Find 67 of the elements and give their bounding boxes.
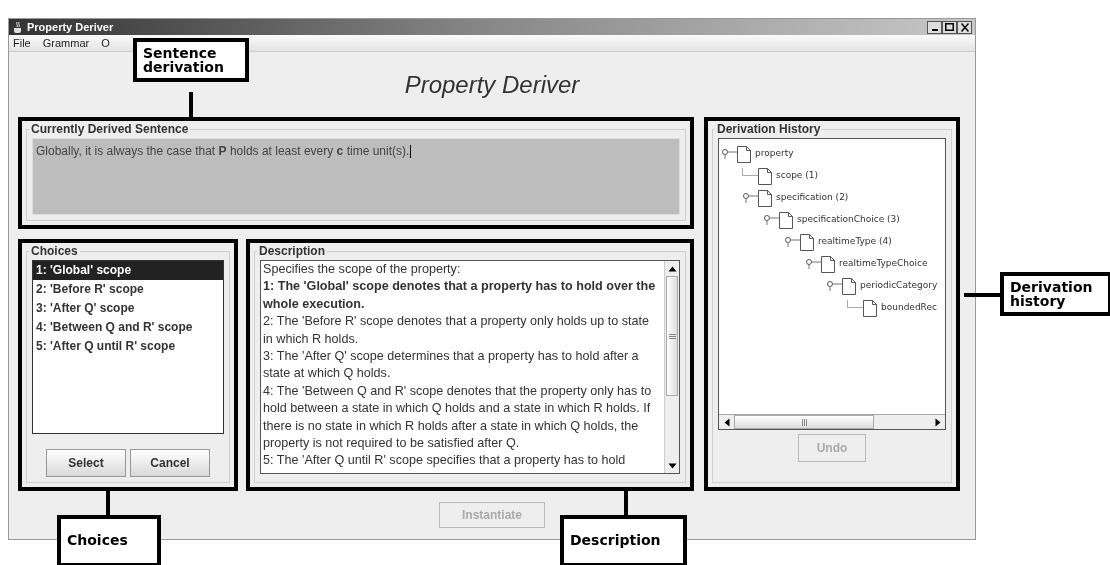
text-cursor <box>410 145 412 159</box>
menu-item[interactable]: File <box>13 34 31 52</box>
description-paragraph: 1: The 'Global' scope denotes that a property has to hold over the whole execution. <box>263 278 657 313</box>
expand-handle-icon[interactable] <box>742 193 758 203</box>
menu-item[interactable]: Grammar <box>42 34 90 52</box>
horizontal-scrollbar[interactable] <box>719 414 945 429</box>
file-icon <box>821 255 835 273</box>
callout-label: Sentence derivation <box>133 38 249 82</box>
file-icon <box>737 145 751 163</box>
description-paragraph: 5: The 'After Q until R' scope specifies that a property has to hold <box>263 452 627 470</box>
file-icon <box>758 189 772 207</box>
java-cup-icon <box>12 21 24 33</box>
tree-node-label[interactable]: realtimeType (4) <box>818 235 892 249</box>
window-title: Property Deriver <box>27 19 114 35</box>
description-paragraph: 4: The 'Between Q and R' scope denotes that the property only has to hold between a state in which Q holds and a state in which R holds. If there is no state in which R holds after a state in which Q holds, the property is not required to be satisfied after Q. <box>263 382 653 453</box>
scroll-down-icon[interactable] <box>667 462 677 469</box>
tree-node-label[interactable]: specification (2) <box>776 191 849 205</box>
panel-title: Description <box>257 244 327 259</box>
tree-node-label[interactable]: boundedRec <box>881 301 937 315</box>
callout-label: Derivation history <box>1000 272 1110 316</box>
maximize-button[interactable] <box>942 20 957 34</box>
list-item[interactable]: 2: 'Before R' scope <box>33 280 223 299</box>
panel-title: Currently Derived Sentence <box>29 122 191 137</box>
tree-node-label[interactable]: property <box>755 147 794 161</box>
list-item[interactable]: 3: 'After Q' scope <box>33 299 223 318</box>
scroll-left-icon[interactable] <box>723 418 730 427</box>
close-button[interactable] <box>957 20 972 34</box>
file-icon <box>863 299 877 317</box>
file-icon <box>758 167 772 185</box>
sentence-text: Globally, it is always the case that P holds at least every c time unit(s). <box>36 144 410 158</box>
file-icon <box>800 233 814 251</box>
list-item[interactable]: 1: 'Global' scope <box>33 261 223 280</box>
app-heading: Property Deriver <box>404 69 580 100</box>
grip-icon <box>668 333 676 339</box>
description-paragraph: 3: The 'After Q' scope determines that a property has to hold after a state at which Q holds. <box>263 348 640 383</box>
maximize-icon <box>945 23 954 31</box>
close-icon <box>960 22 969 32</box>
callout-label: Description <box>560 515 687 565</box>
panel-title: Derivation History <box>715 122 823 137</box>
tree-node-label[interactable]: scope (1) <box>776 169 818 183</box>
file-icon <box>842 277 856 295</box>
list-item[interactable]: 5: 'After Q until R' scope <box>33 337 223 356</box>
vertical-scrollbar[interactable] <box>664 261 679 473</box>
tree-node-label[interactable]: realtimeTypeChoice <box>839 257 928 271</box>
callout-label: Choices <box>57 515 161 565</box>
dialog-button[interactable]: Cancel <box>130 449 210 477</box>
file-icon <box>779 211 793 229</box>
menu-item[interactable]: O <box>101 34 110 52</box>
description-paragraph: Specifies the scope of the property: <box>263 261 462 278</box>
expand-handle-icon[interactable] <box>784 237 800 247</box>
tree-node-label[interactable]: periodicCategory <box>860 279 938 293</box>
description-paragraph: 2: The 'Before R' scope denotes that a property only holds up to state in which R holds. <box>263 313 651 348</box>
tree-node-label[interactable]: specificationChoice (3) <box>797 213 900 227</box>
minimize-button[interactable] <box>927 20 942 34</box>
scroll-thumb[interactable] <box>734 415 874 429</box>
grip-icon <box>801 418 807 426</box>
sentence-field[interactable]: Globally, it is always the case that P holds at least every c time unit(s). <box>32 138 680 215</box>
list-item[interactable]: 4: 'Between Q and R' scope <box>33 318 223 337</box>
scroll-up-icon[interactable] <box>667 265 677 272</box>
expand-handle-icon[interactable] <box>721 149 737 159</box>
scroll-thumb[interactable] <box>666 276 678 396</box>
expand-handle-icon[interactable] <box>805 259 821 269</box>
expand-handle-icon[interactable] <box>826 281 842 291</box>
minimize-icon <box>931 28 938 31</box>
dialog-button[interactable]: Select <box>46 449 126 477</box>
scroll-right-icon[interactable] <box>934 418 941 427</box>
expand-handle-icon[interactable] <box>763 215 779 225</box>
